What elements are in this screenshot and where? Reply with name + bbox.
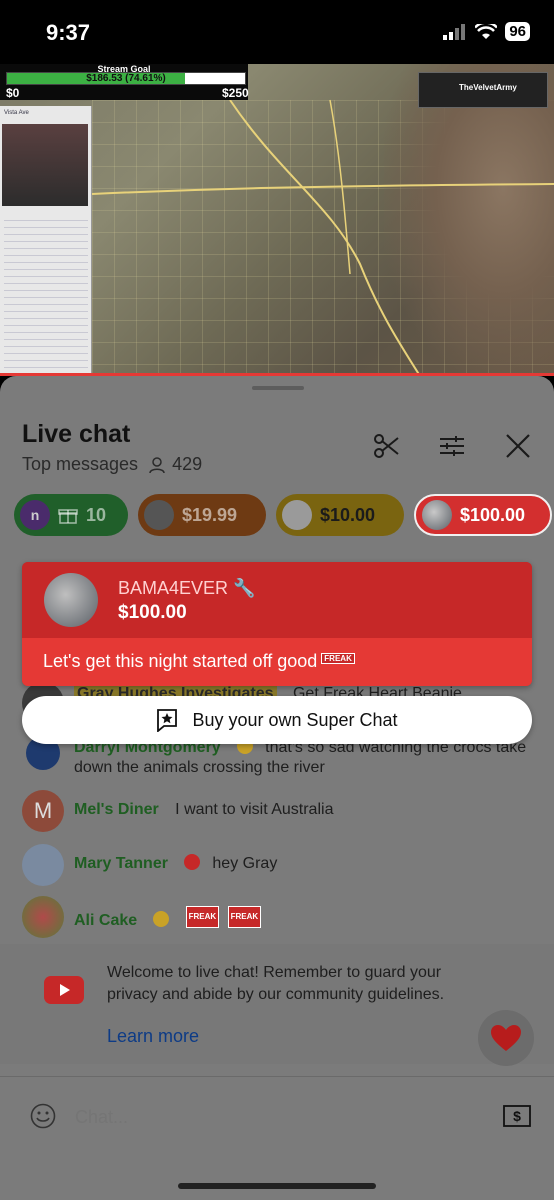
status-time: 9:37: [46, 20, 91, 45]
goal-progress-bar: $186.53 (74.61%): [6, 72, 246, 85]
chat-message-body: Ali Cake FREAK FREAK: [74, 896, 262, 931]
goal-min: $0: [6, 86, 20, 100]
chat-author: Ali Cake: [74, 912, 138, 929]
avatar: [144, 500, 174, 530]
ticker-pill-1000[interactable]: $10.00: [276, 494, 404, 536]
heart-reaction-button[interactable]: [478, 1010, 534, 1066]
wifi-icon: [475, 23, 498, 39]
channel-name: TheVelvetArmy: [459, 83, 517, 92]
freak-emote: FREAK: [185, 906, 220, 928]
buy-super-chat-button[interactable]: Buy your own Super Chat: [22, 696, 532, 744]
ticker-pill-label: $19.99: [182, 504, 238, 525]
chat-text: I want to visit Australia: [175, 801, 334, 818]
super-chat-message: Let's get this night started off good FRE…: [43, 651, 355, 672]
chat-message-body: Mel's Diner I want to visit Australia: [74, 790, 333, 820]
freak-emote: FREAK: [321, 653, 355, 664]
avatar: [422, 500, 452, 530]
person-icon: [149, 456, 165, 473]
freak-emote: FREAK: [227, 906, 262, 928]
avatar: M: [22, 790, 64, 832]
super-chat-header: BAMA4EVER 🔧 $100.00: [22, 562, 532, 638]
stream-goal-overlay: Stream Goal $186.53 (74.61%) $0 $250: [0, 64, 249, 100]
avatar: n: [20, 500, 50, 530]
ticker-pill-label: $10.00: [320, 504, 376, 525]
chat-mode-label: Top messages: [22, 454, 139, 474]
chat-header-actions: [372, 432, 532, 460]
filter-settings-icon[interactable]: [438, 432, 466, 460]
signal-icon: [443, 23, 466, 40]
super-chat-text: Let's get this night started off good: [43, 651, 318, 671]
live-chat-panel: Live chat Top messages 429 n 10 $19.99 $…: [0, 376, 554, 1200]
buy-super-chat-label: Buy your own Super Chat: [192, 709, 398, 730]
video-player[interactable]: Stream Goal $186.53 (74.61%) $0 $250 Vis…: [0, 64, 554, 376]
battery-icon: 96: [505, 22, 530, 41]
chat-author: Mary Tanner: [74, 855, 168, 872]
moderator-badge-icon: [153, 911, 170, 927]
heart-badge-icon: [183, 854, 200, 870]
map-side-panel: Vista Ave: [0, 106, 92, 376]
super-chat-dollar-icon[interactable]: $: [503, 1105, 531, 1127]
chat-input-bar: $: [0, 1076, 554, 1200]
chat-text: hey Gray: [212, 855, 278, 872]
ticker-pill-1999[interactable]: $19.99: [138, 494, 266, 536]
status-icons: 96: [443, 22, 530, 41]
super-chat-amount: $100.00: [118, 602, 187, 623]
avatar: [22, 896, 64, 938]
chat-message[interactable]: M Mel's Diner I want to visit Australia: [22, 790, 542, 832]
avatar: [282, 500, 312, 530]
learn-more-link[interactable]: Learn more: [107, 1026, 199, 1047]
super-chat-author-name: BAMA4EVER: [118, 578, 229, 598]
chat-mode-selector[interactable]: Top messages 429: [22, 454, 202, 475]
ticker-pill-label: $100.00: [460, 504, 526, 525]
close-icon[interactable]: [504, 432, 532, 460]
ticker-pill-label: 10: [86, 504, 107, 525]
scissors-icon[interactable]: [372, 432, 400, 460]
drag-handle[interactable]: [252, 386, 304, 390]
youtube-logo-icon: [44, 976, 84, 1004]
chat-message[interactable]: Ali Cake FREAK FREAK: [22, 896, 542, 938]
chat-message-body: Mary Tanner hey Gray: [74, 844, 277, 874]
goal-value: $186.53 (74.61%): [86, 73, 166, 84]
svg-text:$: $: [513, 1108, 521, 1124]
super-chat-body: Let's get this night started off good FRE…: [22, 638, 532, 686]
heart-icon: [491, 1025, 521, 1051]
avatar: [22, 844, 64, 886]
welcome-text: Welcome to live chat! Remember to guard …: [107, 964, 445, 1003]
chat-title: Live chat: [22, 420, 131, 448]
chat-author: Mel's Diner: [74, 801, 159, 818]
avatar: [44, 573, 98, 627]
welcome-message: Welcome to live chat! Remember to guard …: [0, 944, 554, 1064]
viewer-count: 429: [148, 454, 202, 475]
goal-max: $250: [222, 86, 249, 100]
channel-badge: TheVelvetArmy: [418, 72, 548, 108]
chat-input[interactable]: [75, 1107, 455, 1128]
super-chat-author: BAMA4EVER 🔧: [118, 578, 255, 599]
home-indicator: [178, 1183, 376, 1189]
side-panel-title: Vista Ave: [4, 110, 29, 116]
wrench-icon: 🔧: [233, 578, 256, 598]
status-bar: 9:37 96: [0, 0, 554, 64]
viewer-count-value: 429: [172, 454, 203, 474]
gift-icon: [58, 509, 78, 524]
super-chat-ticker: n 10 $19.99 $10.00 $100.00: [14, 494, 552, 536]
pinned-super-chat[interactable]: BAMA4EVER 🔧 $100.00 Let's get this night…: [22, 562, 532, 686]
emoji-icon[interactable]: [30, 1103, 56, 1129]
ticker-pill-10000[interactable]: $100.00: [414, 494, 552, 536]
webcam-feed: [2, 124, 88, 206]
super-chat-star-icon: [157, 709, 178, 732]
chat-message[interactable]: Mary Tanner hey Gray: [22, 844, 542, 886]
ticker-pill-membership[interactable]: n 10: [14, 494, 128, 536]
layer-list: [4, 214, 88, 374]
